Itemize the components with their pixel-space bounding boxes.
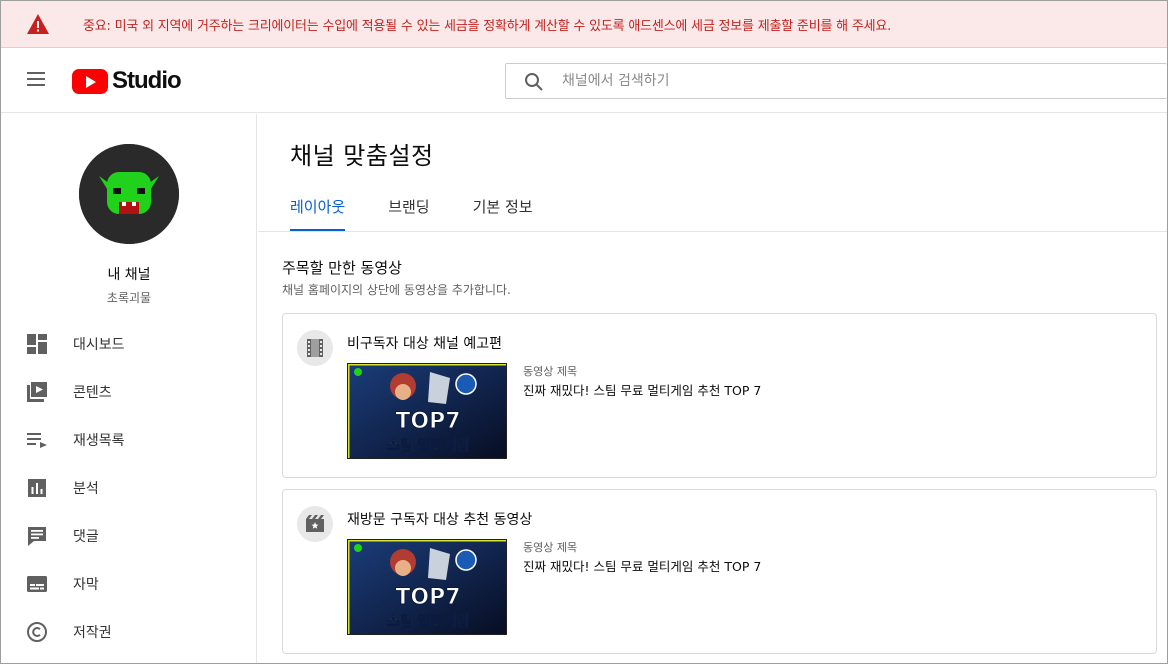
tab-basic-info[interactable]: 기본 정보 <box>473 194 533 232</box>
analytics-icon <box>28 479 46 497</box>
tax-warning-banner: 중요: 미국 외 지역에 거주하는 크리에이터는 수입에 적용될 수 있는 세금… <box>1 1 1167 48</box>
video-title-label: 동영상 제목 <box>523 541 578 554</box>
youtube-studio-logo[interactable]: Studio <box>72 67 182 95</box>
search-input[interactable] <box>562 70 1142 92</box>
sidebar-item-copyright[interactable]: 저작권 <box>1 608 256 656</box>
top-header: Studio <box>1 49 1167 113</box>
subtitles-icon <box>27 576 47 592</box>
sidebar-item-comments[interactable]: 댓글 <box>1 512 256 560</box>
sidebar-item-label: 자막 <box>73 577 99 593</box>
playlist-icon <box>27 433 47 448</box>
sidebar: 내 채널 초록괴물 대시보드 콘텐츠 재생목록 분석 댓글 자막 저작권 <box>1 114 257 663</box>
search-icon <box>525 73 543 91</box>
youtube-play-icon <box>72 68 108 94</box>
sidebar-item-dashboard[interactable]: 대시보드 <box>1 320 256 368</box>
main-content: 채널 맞춤설정 레이아웃 브랜딩 기본 정보 주목할 만한 동영상 채널 홈페이… <box>258 114 1167 663</box>
thumbnail-art: TOP7 스팀 멀티게임 <box>348 540 506 634</box>
green-monster-icon <box>79 144 179 244</box>
dashboard-icon <box>27 334 47 354</box>
content-icon <box>27 382 47 402</box>
sidebar-item-playlists[interactable]: 재생목록 <box>1 416 256 464</box>
thumbnail-text-bottom: 스팀 멀티게임 <box>387 614 469 630</box>
channel-avatar[interactable] <box>79 144 179 244</box>
banner-message: 중요: 미국 외 지역에 거주하는 크리에이터는 수입에 적용될 수 있는 세금… <box>83 19 892 34</box>
sidebar-item-content[interactable]: 콘텐츠 <box>1 368 256 416</box>
menu-icon[interactable] <box>25 69 47 91</box>
featured-video-icon <box>297 506 333 542</box>
sidebar-item-subtitles[interactable]: 자막 <box>1 560 256 608</box>
film-icon <box>297 330 333 366</box>
page-title: 채널 맞춤설정 <box>290 142 434 170</box>
card-title: 재방문 구독자 대상 추천 동영상 <box>347 512 533 528</box>
warning-icon <box>27 14 49 34</box>
featured-video-card[interactable]: 재방문 구독자 대상 추천 동영상 TOP7 스팀 멀티게임 동영상 제목 진짜… <box>282 489 1157 654</box>
sidebar-nav: 대시보드 콘텐츠 재생목록 분석 댓글 자막 저작권 <box>1 320 256 656</box>
channel-search[interactable] <box>505 63 1167 99</box>
tab-layout[interactable]: 레이아웃 <box>290 194 346 232</box>
video-title: 진짜 재밌다! 스팀 무료 멀티게임 추천 TOP 7 <box>523 559 762 574</box>
logo-text: Studio <box>112 67 182 94</box>
section-description: 채널 홈페이지의 상단에 동영상을 추가합니다. <box>282 283 511 297</box>
channel-title: 내 채널 <box>107 267 151 283</box>
thumbnail-text-top: TOP7 <box>395 409 460 434</box>
sidebar-item-label: 콘텐츠 <box>73 385 112 401</box>
sidebar-item-label: 댓글 <box>73 529 99 545</box>
video-thumbnail[interactable]: TOP7 스팀 멀티게임 <box>347 539 507 635</box>
thumbnail-text-top: TOP7 <box>395 585 460 610</box>
sidebar-item-label: 대시보드 <box>73 337 125 353</box>
video-title: 진짜 재밌다! 스팀 무료 멀티게임 추천 TOP 7 <box>523 383 762 398</box>
video-title-label: 동영상 제목 <box>523 365 578 378</box>
sidebar-item-label: 재생목록 <box>73 433 125 449</box>
comments-icon <box>28 527 46 546</box>
channel-name: 초록괴물 <box>106 291 152 305</box>
thumbnail-text-bottom: 스팀 멀티게임 <box>387 438 469 454</box>
card-title: 비구독자 대상 채널 예고편 <box>347 336 503 352</box>
sidebar-item-analytics[interactable]: 분석 <box>1 464 256 512</box>
tabs-divider <box>258 231 1167 232</box>
section-title: 주목할 만한 동영상 <box>282 259 402 277</box>
video-thumbnail[interactable]: TOP7 스팀 멀티게임 <box>347 363 507 459</box>
sidebar-item-label: 저작권 <box>73 625 112 641</box>
tab-branding[interactable]: 브랜딩 <box>388 194 429 232</box>
customization-tabs: 레이아웃 브랜딩 기본 정보 <box>290 194 576 232</box>
sidebar-item-label: 분석 <box>73 481 99 497</box>
thumbnail-art: TOP7 스팀 멀티게임 <box>348 364 506 458</box>
channel-trailer-card[interactable]: 비구독자 대상 채널 예고편 TOP7 스팀 멀티게임 동영상 제목 진짜 재밌… <box>282 313 1157 478</box>
app-frame: 중요: 미국 외 지역에 거주하는 크리에이터는 수입에 적용될 수 있는 세금… <box>0 0 1168 664</box>
copyright-icon <box>27 622 47 642</box>
